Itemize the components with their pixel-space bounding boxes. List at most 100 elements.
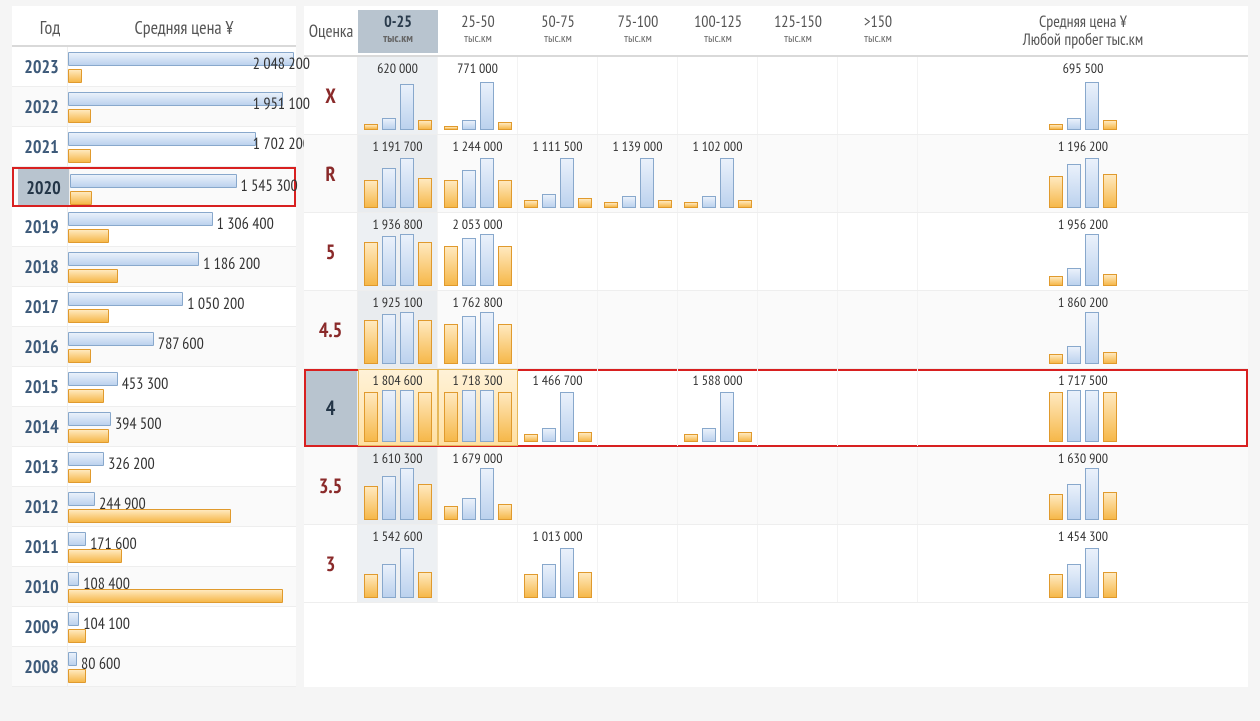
year-bar-area: 1 186 200 (68, 247, 294, 286)
mileage-col-label: 125-150 (774, 12, 822, 32)
grid-cell[interactable]: 1 588 000 (678, 369, 758, 446)
year-row-2010[interactable]: 2010108 400 (12, 567, 296, 607)
grid-cell[interactable]: 1 936 800 (358, 213, 438, 290)
price-label: 1 545 300 (241, 176, 298, 196)
grid-cell[interactable]: 1 111 500 (518, 135, 598, 212)
year-row-2012[interactable]: 2012244 900 (12, 487, 296, 527)
rating-row-5[interactable]: 51 936 8002 053 0001 956 200 (304, 213, 1248, 291)
grid-cell[interactable]: 1 191 700 (358, 135, 438, 212)
mini-bar (1067, 346, 1081, 364)
year-row-2008[interactable]: 200880 600 (12, 647, 296, 687)
grid-cell[interactable]: 1 244 000 (438, 135, 518, 212)
year-row-2018[interactable]: 20181 186 200 (12, 247, 296, 287)
year-label: 2010 (16, 567, 68, 606)
mileage-col-75-100[interactable]: 75-100тыс.км (598, 10, 678, 53)
grid-avg-cell[interactable]: 1 717 500 (918, 369, 1248, 446)
grid-cell[interactable]: 1 013 000 (518, 525, 598, 602)
year-row-2019[interactable]: 20191 306 400 (12, 207, 296, 247)
year-bar-area: 394 500 (68, 407, 294, 446)
rating-row-X[interactable]: X620 000771 000695 500 (304, 57, 1248, 135)
header-avg-line2: Любой пробег тыс.км (1023, 30, 1143, 50)
price-bar-blue (68, 452, 104, 466)
mileage-col-100-125[interactable]: 100-125тыс.км (678, 10, 758, 53)
mini-bar (498, 392, 512, 442)
year-bar-area: 1 545 300 (70, 169, 292, 205)
grid-avg-cell[interactable]: 1 454 300 (918, 525, 1248, 602)
grid-cell[interactable]: 1 718 300 (438, 369, 518, 446)
mini-bar-cluster: 1 139 000 (598, 135, 677, 208)
grid-cell (598, 369, 678, 446)
price-label: 453 300 (122, 374, 169, 394)
cell-price-label: 1 102 000 (678, 137, 757, 155)
grid-avg-cell[interactable]: 1 630 900 (918, 447, 1248, 524)
year-row-2022[interactable]: 20221 951 100 (12, 87, 296, 127)
year-row-2020[interactable]: 20201 545 300 (12, 167, 296, 207)
rating-row-3.5[interactable]: 3.51 610 3001 679 0001 630 900 (304, 447, 1248, 525)
price-bar-orange (68, 69, 82, 83)
mileage-col-125-150[interactable]: 125-150тыс.км (758, 10, 838, 53)
mini-bar-cluster: 1 936 800 (358, 213, 437, 286)
mini-bar (1085, 390, 1099, 442)
year-label: 2021 (16, 127, 68, 166)
year-row-2011[interactable]: 2011171 600 (12, 527, 296, 567)
grid-avg-cell[interactable]: 695 500 (918, 57, 1248, 134)
mileage-col-50-75[interactable]: 50-75тыс.км (518, 10, 598, 53)
price-label: 104 100 (83, 614, 130, 634)
year-bar-area: 453 300 (68, 367, 294, 406)
mini-bar (1103, 120, 1117, 130)
year-row-2014[interactable]: 2014394 500 (12, 407, 296, 447)
price-bar-orange (68, 429, 109, 443)
price-bar-orange (68, 509, 231, 523)
mini-bar (364, 320, 378, 364)
grid-cell[interactable]: 1 925 100 (358, 291, 438, 368)
mileage-col-25-50[interactable]: 25-50тыс.км (438, 10, 518, 53)
grid-cell (678, 447, 758, 524)
year-bar-area: 244 900 (68, 487, 294, 526)
grid-cell[interactable]: 1 610 300 (358, 447, 438, 524)
grid-cell[interactable]: 620 000 (358, 57, 438, 134)
grid-avg-cell[interactable]: 1 860 200 (918, 291, 1248, 368)
mini-bar (444, 246, 458, 286)
cell-price-label: 1 860 200 (918, 293, 1248, 311)
year-row-2016[interactable]: 2016787 600 (12, 327, 296, 367)
mini-bar-cluster: 1 860 200 (918, 291, 1248, 364)
year-row-2013[interactable]: 2013326 200 (12, 447, 296, 487)
year-bar-area: 1 306 400 (68, 207, 294, 246)
grid-cell[interactable]: 1 102 000 (678, 135, 758, 212)
rating-row-3[interactable]: 31 542 6001 013 0001 454 300 (304, 525, 1248, 603)
grid-avg-cell[interactable]: 1 956 200 (918, 213, 1248, 290)
grid-cell[interactable]: 1 762 800 (438, 291, 518, 368)
grid-cell[interactable]: 1 679 000 (438, 447, 518, 524)
mini-bar (444, 324, 458, 364)
grid-cell[interactable]: 771 000 (438, 57, 518, 134)
year-row-2015[interactable]: 2015453 300 (12, 367, 296, 407)
cell-price-label: 1 804 600 (358, 371, 437, 389)
grid-cell[interactable]: 1 542 600 (358, 525, 438, 602)
mini-bar-cluster: 1 925 100 (358, 291, 437, 364)
grid-cell[interactable]: 1 804 600 (358, 369, 438, 446)
rating-label: 4 (304, 369, 358, 446)
grid-avg-cell[interactable]: 1 196 200 (918, 135, 1248, 212)
year-row-2021[interactable]: 20211 702 200 (12, 127, 296, 167)
rating-row-4[interactable]: 41 804 6001 718 3001 466 700 1 588 000 1 7… (304, 369, 1248, 447)
grid-cell[interactable]: 1 466 700 (518, 369, 598, 446)
year-row-2009[interactable]: 2009104 100 (12, 607, 296, 647)
mini-bar (1085, 548, 1099, 598)
year-row-2023[interactable]: 20232 048 200 (12, 47, 296, 87)
mini-bar (418, 392, 432, 442)
mileage-col->150[interactable]: >150тыс.км (838, 10, 918, 53)
mini-bar (1085, 234, 1099, 286)
cell-price-label: 695 500 (918, 59, 1248, 77)
grid-cell[interactable]: 2 053 000 (438, 213, 518, 290)
mini-bar (364, 574, 378, 598)
year-row-2017[interactable]: 20171 050 200 (12, 287, 296, 327)
mini-bar (658, 200, 672, 208)
rating-row-4.5[interactable]: 4.51 925 1001 762 8001 860 200 (304, 291, 1248, 369)
grid-cell[interactable]: 1 139 000 (598, 135, 678, 212)
year-panel-header: Год Средняя цена ¥ (12, 6, 296, 47)
rating-row-R[interactable]: R1 191 7001 244 0001 111 5001 139 0001 1… (304, 135, 1248, 213)
mileage-col-0-25[interactable]: 0-25тыс.км (358, 10, 438, 53)
mini-bar (542, 194, 556, 208)
header-price: Средняя цена ¥ (80, 16, 288, 39)
mini-bar-cluster: 1 196 200 (918, 135, 1248, 208)
